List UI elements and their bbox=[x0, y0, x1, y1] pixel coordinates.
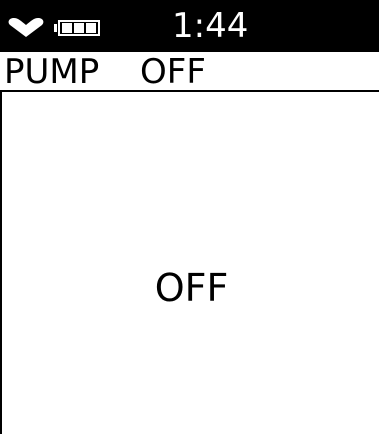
main-display: OFF bbox=[0, 92, 379, 434]
state-indicator: OFF bbox=[154, 266, 229, 310]
pump-state-value: OFF bbox=[140, 52, 206, 92]
clock-time: 1:44 bbox=[172, 6, 249, 46]
pump-label: PUMP bbox=[4, 52, 100, 92]
battery-icon bbox=[54, 20, 100, 36]
status-bar: 1:44 bbox=[0, 0, 379, 52]
heart-icon bbox=[8, 18, 44, 37]
pump-status-header: PUMP OFF bbox=[0, 52, 379, 92]
